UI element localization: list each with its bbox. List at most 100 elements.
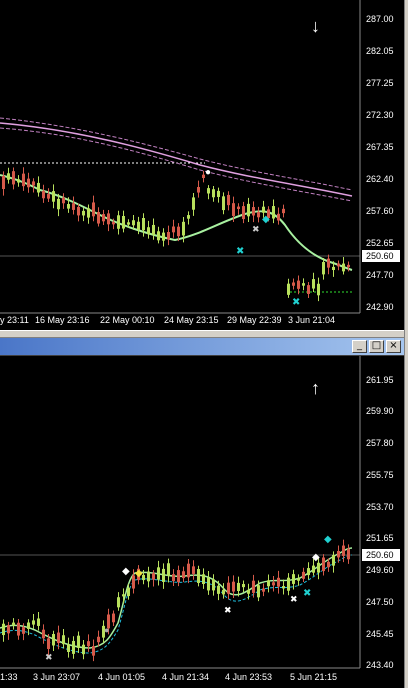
candle-body — [302, 283, 305, 286]
candle-body — [187, 215, 190, 219]
cyan-cross-marker-icon: ✖ — [303, 588, 311, 599]
candle-body — [272, 582, 275, 586]
candle-body — [277, 213, 280, 221]
candle-body — [247, 203, 250, 217]
bottom-ma-green-line — [0, 547, 353, 649]
bottom-chart-panel[interactable]: ● ✖ ◆ ◆ ✖ ✖ ✖ ◆ ◆ ↑ 261.95 259.90 257.80… — [0, 338, 404, 688]
bottom-price-labels: 261.95 259.90 257.80 255.75 253.70 251.6… — [366, 375, 394, 670]
candle-body — [2, 623, 5, 636]
candle-body — [27, 178, 30, 188]
candle-body — [307, 285, 310, 294]
bottom-time-label: 5 Jun 21:15 — [290, 672, 337, 682]
candle-body — [262, 588, 265, 592]
candle-body — [332, 554, 335, 566]
top-price-label: 267.35 — [366, 142, 394, 152]
long-ma-upper-band — [0, 117, 353, 191]
bottom-chart-canvas[interactable]: ● ✖ ◆ ◆ ✖ ✖ ✖ ◆ ◆ ↑ 261.95 259.90 257.80… — [0, 338, 404, 688]
candle-body — [207, 577, 210, 591]
bottom-time-labels: 1:33 3 Jun 23:07 4 Jun 01:05 4 Jun 21:34… — [0, 672, 337, 682]
white-diamond-marker-icon: ◆ — [122, 566, 130, 577]
candle-body — [327, 561, 330, 568]
minimize-button[interactable]: _ — [352, 340, 367, 353]
candle-body — [52, 191, 55, 202]
candle-body — [27, 622, 30, 629]
candle-body — [257, 211, 260, 218]
top-time-label: y 23:11 — [0, 315, 29, 325]
candle-body — [12, 171, 15, 185]
candle-body — [337, 551, 340, 558]
candle-body — [157, 567, 160, 580]
candle-body — [42, 190, 45, 199]
candle-body — [232, 203, 235, 216]
white-diamond-marker-icon: ◆ — [312, 552, 320, 563]
candle-body — [232, 581, 235, 592]
candle-body — [72, 203, 75, 210]
candle-body — [22, 627, 25, 634]
candle-body — [197, 569, 200, 583]
candle-body — [192, 566, 195, 574]
candle-body — [77, 206, 80, 216]
candle-body — [317, 562, 320, 573]
candle-body — [102, 214, 105, 222]
candle-body — [7, 173, 10, 180]
panel-divider[interactable] — [0, 330, 408, 338]
candle-body — [22, 173, 25, 187]
candle-body — [347, 264, 350, 268]
top-price-label: 287.00 — [366, 14, 394, 24]
candle-body — [217, 190, 220, 197]
candle-body — [207, 188, 210, 194]
top-price-label: 257.60 — [366, 206, 394, 216]
candle-body — [117, 215, 120, 229]
top-price-labels: 287.00 282.05 277.25 272.30 267.35 262.4… — [366, 14, 394, 312]
close-button[interactable]: × — [386, 340, 401, 353]
yellow-diamond-marker-icon: ◆ — [135, 568, 143, 579]
candle-body — [52, 634, 55, 646]
candle-body — [112, 221, 115, 225]
top-time-labels: y 23:11 16 May 23:16 22 May 00:10 24 May… — [0, 315, 335, 325]
candle-body — [87, 641, 90, 647]
candle-body — [117, 597, 120, 608]
candle-body — [17, 622, 20, 636]
candle-body — [297, 280, 300, 289]
candle-body — [177, 570, 180, 583]
candle-body — [137, 221, 140, 230]
candle-body — [177, 226, 180, 237]
candle-body — [167, 232, 170, 240]
candle-body — [152, 224, 155, 235]
bottom-price-label: 253.70 — [366, 502, 394, 512]
candle-body — [7, 625, 10, 634]
candle-body — [147, 227, 150, 235]
top-price-label: 262.40 — [366, 174, 394, 184]
bottom-chart-titlebar[interactable]: _ □ × — [0, 338, 404, 356]
candle-body — [277, 577, 280, 587]
bottom-price-label: 249.60 — [366, 565, 394, 575]
candle-body — [142, 218, 145, 231]
candle-body — [162, 232, 165, 241]
candle-body — [337, 263, 340, 267]
candle-body — [302, 571, 305, 579]
candle-body — [147, 571, 150, 582]
candle-body — [212, 189, 215, 198]
top-chart-panel[interactable]: ● ✖ ✖ ◆ ✖ ↓ 287.00 282.05 277.25 272.30 … — [0, 0, 404, 330]
candle-body — [347, 548, 350, 560]
candle-body — [32, 620, 35, 625]
candle-body — [297, 578, 300, 581]
candle-body — [242, 584, 245, 588]
candle-body — [122, 594, 125, 597]
candle-body — [327, 258, 330, 268]
maximize-button[interactable]: □ — [369, 340, 384, 353]
top-time-label: 29 May 22:39 — [227, 315, 282, 325]
long-ma-line — [0, 122, 353, 197]
top-chart-canvas[interactable]: ● ✖ ✖ ◆ ✖ ↓ 287.00 282.05 277.25 272.30 … — [0, 0, 404, 330]
candle-body — [172, 574, 175, 582]
candle-body — [182, 571, 185, 579]
candle-body — [192, 197, 195, 210]
candle-body — [112, 613, 115, 623]
top-time-label: 3 Jun 21:04 — [288, 315, 335, 325]
bottom-price-label: 243.40 — [366, 660, 394, 670]
candle-body — [187, 563, 190, 578]
candle-body — [127, 587, 130, 597]
bottom-price-label: 255.75 — [366, 470, 394, 480]
top-price-label: 242.90 — [366, 302, 394, 312]
candle-body — [242, 206, 245, 220]
